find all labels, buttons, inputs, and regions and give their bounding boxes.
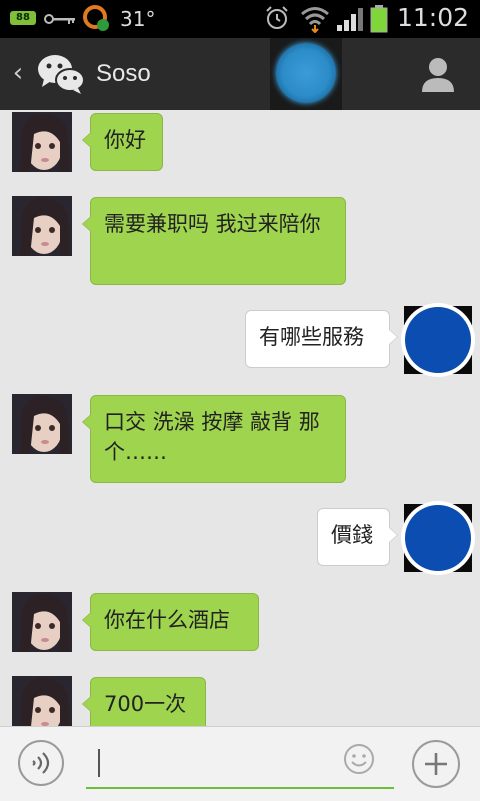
status-bar: 88 31° 11:02 bbox=[0, 0, 480, 38]
plus-button[interactable] bbox=[412, 740, 460, 788]
message-text: 700一次 bbox=[104, 692, 187, 716]
contact-avatar[interactable] bbox=[12, 196, 72, 256]
self-avatar[interactable] bbox=[404, 504, 472, 572]
message-list[interactable]: 你好 需要兼职吗 我过来陪你 有哪些服務 口交 洗澡 按摩 敲背 那个…… 價錢 bbox=[0, 110, 480, 726]
input-bar bbox=[0, 726, 480, 801]
person-icon[interactable] bbox=[418, 54, 458, 94]
temperature-label: 31° bbox=[120, 7, 156, 31]
voice-button[interactable] bbox=[18, 740, 64, 786]
chat-title: Soso bbox=[96, 60, 151, 87]
incoming-message[interactable]: 需要兼职吗 我过来陪你 bbox=[82, 197, 346, 285]
battery-badge-icon: 88 bbox=[10, 11, 36, 25]
message-text: 需要兼职吗 我过来陪你 bbox=[104, 212, 321, 236]
contact-avatar[interactable] bbox=[12, 676, 72, 726]
clock-label: 11:02 bbox=[397, 3, 470, 32]
key-icon bbox=[44, 14, 75, 24]
contact-avatar[interactable] bbox=[12, 112, 72, 172]
message-text: 你在什么酒店 bbox=[104, 608, 230, 632]
self-avatar[interactable] bbox=[404, 306, 472, 374]
incoming-message[interactable]: 你在什么酒店 bbox=[82, 593, 259, 651]
message-text: 價錢 bbox=[331, 523, 373, 547]
outgoing-message[interactable]: 價錢 bbox=[317, 508, 398, 566]
wechat-icon[interactable] bbox=[36, 52, 86, 96]
redaction-circle bbox=[276, 43, 336, 103]
ring-check-icon bbox=[97, 19, 109, 31]
incoming-message[interactable]: 你好 bbox=[82, 113, 163, 171]
voice-icon bbox=[32, 752, 50, 774]
alarm-icon bbox=[266, 6, 288, 29]
message-text: 有哪些服務 bbox=[259, 325, 364, 349]
contact-avatar[interactable] bbox=[12, 394, 72, 454]
contact-avatar[interactable] bbox=[12, 592, 72, 652]
text-cursor bbox=[98, 749, 100, 777]
incoming-message[interactable]: 口交 洗澡 按摩 敲背 那个…… bbox=[82, 395, 346, 483]
message-text: 你好 bbox=[104, 128, 146, 152]
message-text: 口交 洗澡 按摩 敲背 那个…… bbox=[104, 410, 320, 464]
battery-icon bbox=[370, 5, 388, 33]
smiley-icon[interactable] bbox=[343, 743, 375, 775]
outgoing-message[interactable]: 有哪些服務 bbox=[245, 310, 398, 368]
back-icon[interactable]: ‹ bbox=[6, 58, 30, 88]
incoming-message[interactable]: 700一次 bbox=[82, 677, 206, 726]
chat-header: ‹ Soso bbox=[0, 38, 480, 110]
signal-icon bbox=[337, 8, 363, 31]
plus-icon bbox=[425, 753, 447, 775]
wifi-icon bbox=[301, 7, 329, 33]
